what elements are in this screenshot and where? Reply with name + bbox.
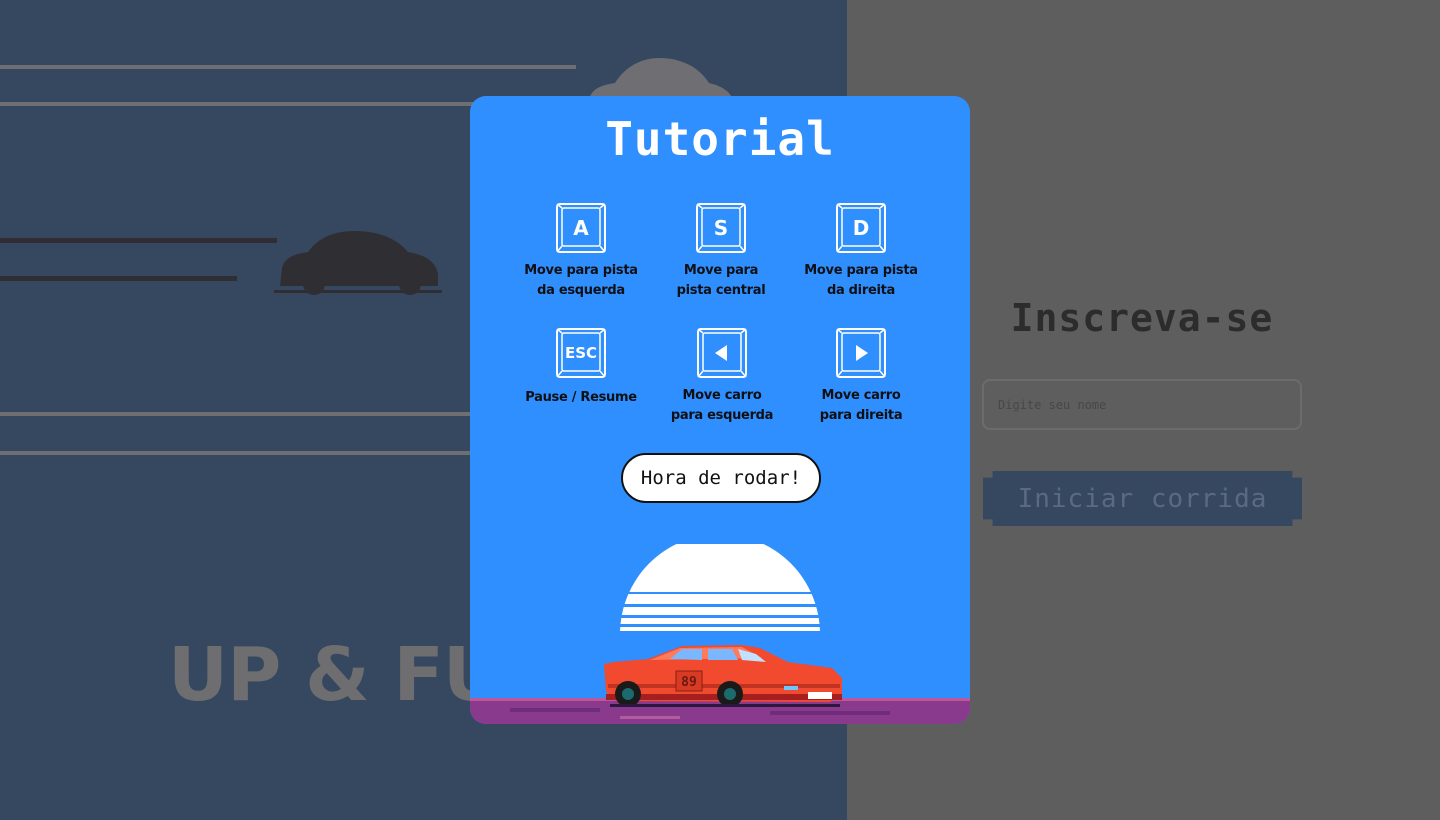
speed-line [0,276,237,281]
retro-sunset-scene: 89 [470,544,970,724]
car-number: 89 [681,675,697,690]
speed-line [0,65,576,69]
sun-icon [620,544,820,631]
signup-title: Inscreva-se [1010,296,1274,340]
tutorial-modal: Tutorial A Move para pista da esquerda S… [470,96,970,724]
speed-line [0,102,480,106]
start-race-button[interactable]: Iniciar corrida [983,471,1302,526]
background-car-icon [589,58,733,100]
red-sports-car-icon: 89 [604,645,842,707]
background-car-icon [274,231,442,295]
speed-line [0,451,480,455]
name-input[interactable] [982,379,1302,430]
speed-line [0,238,277,243]
speed-line [0,412,480,416]
